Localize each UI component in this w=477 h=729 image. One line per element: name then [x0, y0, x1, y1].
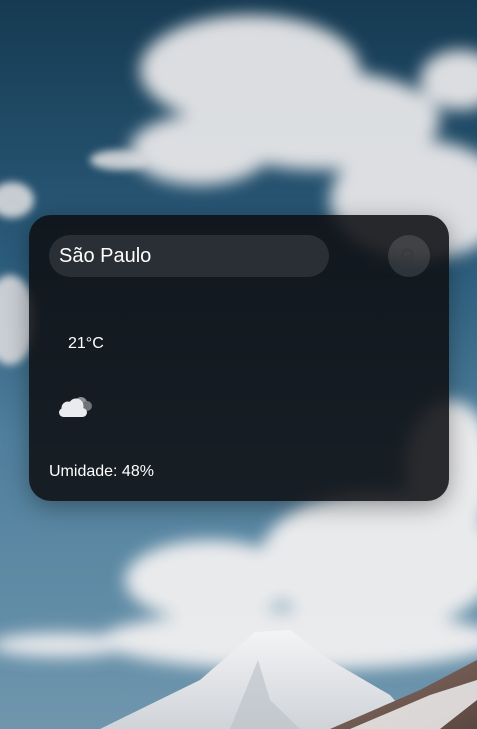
search-icon	[401, 248, 417, 264]
weather-card: 21°C Umidade: 48%	[29, 215, 449, 501]
cloud-icon	[59, 397, 92, 417]
search-button[interactable]	[388, 235, 430, 277]
humidity-value: Umidade: 48%	[49, 463, 154, 480]
search-input[interactable]	[49, 235, 329, 277]
temperature-value: 21°C	[68, 335, 104, 352]
